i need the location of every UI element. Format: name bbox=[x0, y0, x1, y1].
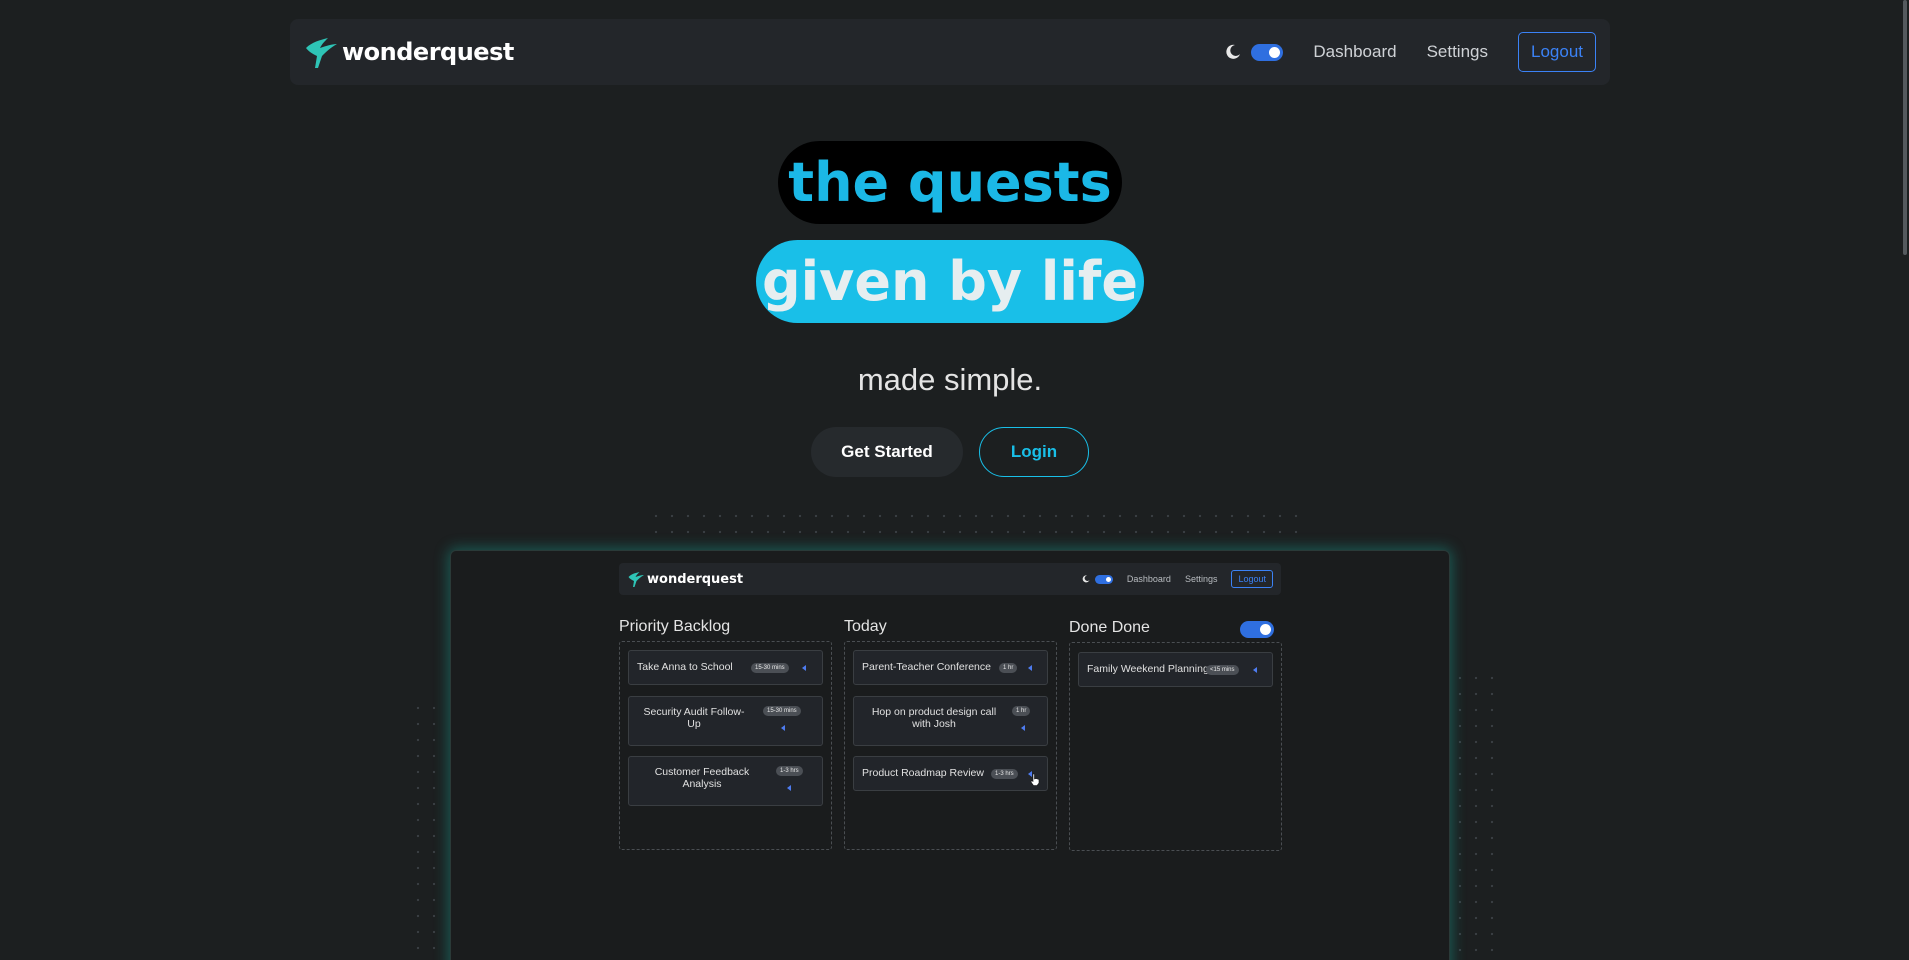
preview-theme-switcher bbox=[1082, 574, 1113, 584]
task-card: Product Roadmap Review 1-3 hrs bbox=[853, 756, 1048, 791]
dot-pattern-top bbox=[648, 508, 1308, 538]
task-label: Take Anna to School bbox=[637, 661, 733, 673]
time-badge: 1 hr bbox=[1012, 706, 1031, 716]
login-button[interactable]: Login bbox=[979, 427, 1089, 477]
preview-settings-link: Settings bbox=[1184, 574, 1218, 584]
nav-actions: Dashboard Settings Logout bbox=[1225, 32, 1596, 72]
chevron-left-icon bbox=[781, 725, 785, 731]
task-card: Customer Feedback Analysis 1-3 hrs bbox=[628, 756, 823, 806]
chevron-left-icon bbox=[1253, 667, 1257, 673]
dot-pattern-right bbox=[1452, 670, 1494, 960]
time-badge: 1 hr bbox=[999, 663, 1018, 673]
time-badge: 15-30 mins bbox=[763, 706, 801, 716]
preview-bird-logo-icon bbox=[628, 572, 644, 587]
task-label: Parent-Teacher Conference bbox=[862, 661, 991, 673]
time-badge: 15-30 mins bbox=[751, 663, 789, 673]
time-badge: 1-3 hrs bbox=[991, 769, 1018, 779]
task-card: Parent-Teacher Conference 1 hr bbox=[853, 650, 1048, 685]
preview-theme-toggle bbox=[1094, 574, 1113, 584]
moon-icon bbox=[1226, 44, 1241, 59]
brand-logo[interactable]: wonderquest bbox=[304, 34, 514, 70]
chevron-left-icon bbox=[1028, 665, 1032, 671]
column-title-done-done: Done Done bbox=[1069, 619, 1150, 636]
chevron-left-icon bbox=[787, 785, 791, 791]
task-label: Family Weekend Planning bbox=[1087, 663, 1209, 675]
logout-button[interactable]: Logout bbox=[1518, 32, 1596, 72]
task-label: Security Audit Follow-Up bbox=[643, 706, 745, 730]
hero-headline-line2: given by life bbox=[756, 240, 1144, 323]
page-scrollbar[interactable] bbox=[1899, 0, 1909, 960]
preview-logout-button: Logout bbox=[1231, 570, 1273, 588]
preview-brand: wonderquest bbox=[627, 570, 743, 588]
preview-nav: wonderquest Dashboard Settings Logout bbox=[619, 563, 1281, 595]
task-card: Security Audit Follow-Up 15-30 mins bbox=[628, 696, 823, 746]
column-title-today: Today bbox=[844, 618, 887, 635]
column-title-priority-backlog: Priority Backlog bbox=[619, 618, 731, 635]
time-badge: <15 mins bbox=[1206, 665, 1239, 675]
top-nav: wonderquest Dashboard Settings Logout bbox=[290, 19, 1610, 85]
get-started-button[interactable]: Get Started bbox=[811, 427, 963, 477]
nav-dashboard-link[interactable]: Dashboard bbox=[1313, 42, 1396, 62]
preview-dashboard-link: Dashboard bbox=[1126, 574, 1171, 584]
app-preview: wonderquest Dashboard Settings Logout Pr… bbox=[450, 550, 1450, 960]
page: wonderquest Dashboard Settings Logout th… bbox=[0, 0, 1909, 960]
hero-tagline: made simple. bbox=[857, 362, 1043, 397]
preview-done-toggle bbox=[1240, 621, 1274, 638]
task-label: Hop on product design call with Josh bbox=[871, 706, 997, 730]
theme-switcher bbox=[1225, 43, 1284, 61]
task-label: Product Roadmap Review bbox=[862, 767, 984, 779]
brand-name: wonderquest bbox=[342, 38, 514, 66]
task-card: Family Weekend Planning <15 mins bbox=[1078, 652, 1273, 687]
chevron-left-icon bbox=[1021, 725, 1025, 731]
task-card: Take Anna to School 15-30 mins bbox=[628, 650, 823, 685]
preview-brand-name: wonderquest bbox=[647, 571, 744, 587]
dot-pattern-left bbox=[410, 700, 448, 960]
hero-headline-line1: the quests bbox=[778, 141, 1122, 224]
bird-logo-icon bbox=[306, 38, 337, 68]
scrollbar-thumb[interactable] bbox=[1903, 0, 1907, 255]
theme-toggle[interactable] bbox=[1251, 43, 1284, 61]
nav-settings-link[interactable]: Settings bbox=[1427, 42, 1488, 62]
time-badge: 1-3 hrs bbox=[776, 766, 803, 776]
task-label: Customer Feedback Analysis bbox=[654, 766, 750, 790]
preview-moon-icon bbox=[1082, 575, 1090, 583]
task-card: Hop on product design call with Josh 1 h… bbox=[853, 696, 1048, 746]
chevron-left-icon bbox=[802, 665, 806, 671]
hand-cursor-icon bbox=[1030, 773, 1040, 786]
preview-nav-actions: Dashboard Settings Logout bbox=[1082, 570, 1273, 588]
